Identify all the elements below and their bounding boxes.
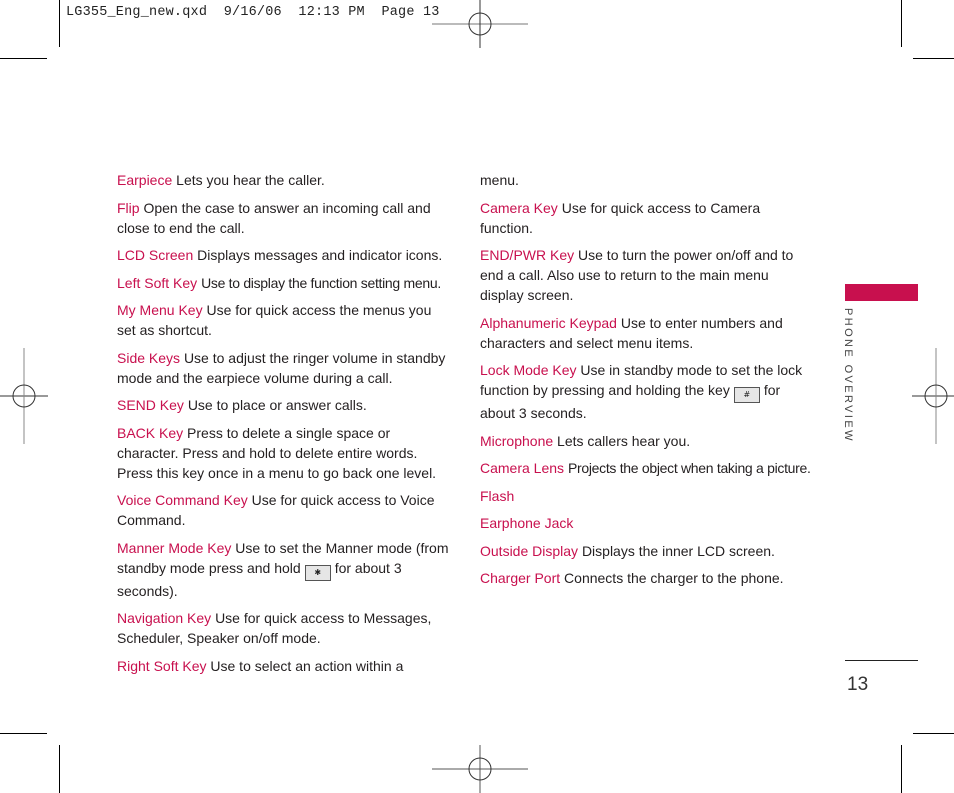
entry-right-soft-key: Right Soft Key Use to select an action w… — [117, 656, 452, 676]
crop-mark — [913, 733, 954, 734]
description: Connects the charger to the phone. — [564, 570, 784, 586]
continued-text: menu. — [480, 170, 815, 190]
section-tab-bar — [845, 284, 918, 301]
entry-flash: Flash — [480, 486, 815, 506]
folio-rule — [845, 660, 918, 661]
description: Lets callers hear you. — [557, 432, 691, 449]
crop-mark — [901, 0, 902, 47]
crop-mark — [0, 58, 47, 59]
term: Alphanumeric Keypad — [480, 314, 617, 331]
description: Open the case to answer an incoming call… — [117, 199, 431, 236]
crop-mark — [0, 733, 47, 734]
crop-mark — [901, 745, 902, 793]
term: Lock Mode Key — [480, 362, 577, 378]
entry-camera-key: Camera Key Use for quick access to Camer… — [480, 198, 815, 238]
entry-my-menu-key: My Menu Key Use for quick access the men… — [117, 300, 452, 340]
term: Camera Key — [480, 199, 558, 216]
entry-outside-display: Outside Display Displays the inner LCD s… — [480, 541, 815, 561]
term: END/PWR Key — [480, 247, 575, 263]
term: My Menu Key — [117, 302, 203, 318]
description: Use to select an action within a — [210, 657, 404, 674]
entry-lock-mode-key: Lock Mode Key Use in standby mode to set… — [480, 360, 815, 423]
term: Flip — [117, 199, 140, 216]
pound-key-icon: # — [733, 387, 760, 403]
term: Voice Command Key — [117, 492, 248, 508]
entry-alphanumeric-keypad: Alphanumeric Keypad Use to enter numbers… — [480, 313, 815, 353]
registration-mark-right — [912, 348, 954, 444]
crop-mark — [913, 58, 954, 59]
file-slug: LG355_Eng_new.qxd 9/16/06 12:13 PM Page … — [66, 5, 440, 20]
right-column: menu. Camera Key Use for quick access to… — [480, 170, 815, 596]
entry-lcd-screen: LCD Screen Displays messages and indicat… — [117, 245, 452, 265]
entry-side-keys: Side Keys Use to adjust the ringer volum… — [117, 348, 452, 388]
page-number: 13 — [847, 674, 869, 695]
section-label: PHONE OVERVIEW — [842, 308, 854, 443]
term: Navigation Key — [117, 610, 212, 626]
entry-voice-command-key: Voice Command Key Use for quick access t… — [117, 490, 452, 530]
entry-end-pwr-key: END/PWR Key Use to turn the power on/off… — [480, 245, 815, 305]
description: Use to place or answer calls. — [187, 397, 367, 413]
description: Lets you hear the caller. — [176, 172, 325, 188]
term: Manner Mode Key — [117, 539, 232, 556]
term: Camera Lens — [480, 460, 565, 476]
registration-mark-top — [432, 0, 528, 48]
term: Side Keys — [117, 349, 181, 366]
term: Microphone — [480, 432, 554, 449]
entry-manner-mode-key: Manner Mode Key Use to set the Manner mo… — [117, 538, 452, 601]
registration-mark-left — [0, 348, 48, 444]
entry-left-soft-key: Left Soft Key Use to display the functio… — [117, 273, 452, 293]
term: Earphone Jack — [480, 515, 574, 531]
term: BACK Key — [117, 424, 184, 441]
star-key-icon: ✱ — [304, 564, 331, 581]
term: LCD Screen — [117, 247, 194, 263]
description: Displays the inner LCD screen. — [581, 542, 775, 559]
term: Outside Display — [480, 542, 579, 559]
term: Right Soft Key — [117, 657, 207, 674]
entry-camera-lens: Camera Lens Projects the object when tak… — [480, 458, 815, 478]
term: SEND Key — [117, 397, 184, 413]
description: menu. — [480, 172, 519, 188]
registration-mark-bottom — [432, 745, 528, 793]
description: Displays messages and indicator icons. — [197, 247, 443, 263]
entry-earphone-jack: Earphone Jack — [480, 513, 815, 533]
left-column: Earpiece Lets you hear the caller. Flip … — [117, 170, 452, 683]
crop-mark — [59, 745, 60, 793]
crop-mark — [59, 0, 60, 47]
entry-microphone: Microphone Lets callers hear you. — [480, 431, 815, 451]
term: Flash — [480, 487, 515, 504]
entry-charger-port: Charger Port Connects the charger to the… — [480, 568, 815, 588]
entry-flip: Flip Open the case to answer an incoming… — [117, 198, 452, 238]
entry-send-key: SEND Key Use to place or answer calls. — [117, 395, 452, 415]
term: Left Soft Key — [117, 274, 198, 291]
entry-back-key: BACK Key Press to delete a single space … — [117, 423, 452, 483]
term: Charger Port — [480, 570, 561, 586]
entry-navigation-key: Navigation Key Use for quick access to M… — [117, 608, 452, 648]
entry-earpiece: Earpiece Lets you hear the caller. — [117, 170, 452, 190]
description: Projects the object when taking a pictur… — [567, 460, 811, 476]
description: Use to display the function setting menu… — [201, 274, 441, 291]
term: Earpiece — [117, 172, 173, 188]
